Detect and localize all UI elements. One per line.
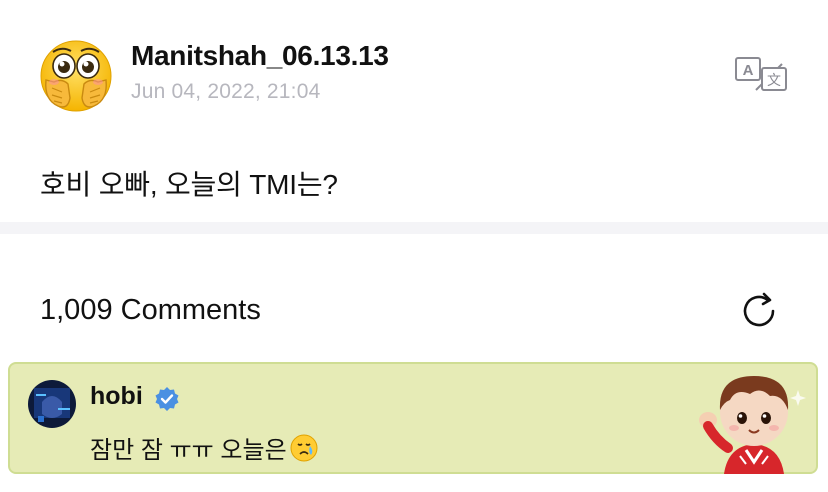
svg-text:文: 文 [767, 73, 781, 89]
comments-count: 1,009 Comments [40, 294, 261, 326]
comment-text: 잠만 잠 ㅠㅠ 오늘은 [90, 430, 319, 465]
post-date: Jun 04, 2022, 21:04 [131, 80, 321, 103]
post-body: 호비 오빠, 오늘의 TMI는? [40, 169, 338, 200]
refresh-icon [743, 292, 775, 327]
translate-button[interactable]: A 文 [734, 54, 788, 94]
hand-over-mouth-emoji-icon [40, 40, 112, 112]
post-author-name[interactable]: Manitshah_06.13.13 [131, 40, 389, 72]
svg-text:A: A [743, 62, 754, 79]
commenter-avatar-photo [28, 380, 76, 428]
featured-comment[interactable]: hobi 잠만 잠 ㅠㅠ 오늘은 [8, 362, 818, 474]
character-sticker [694, 370, 814, 474]
translate-icon: A 文 [735, 57, 787, 91]
commenter-name[interactable]: hobi [90, 382, 143, 411]
verified-badge-icon [154, 386, 180, 412]
crying-face-icon [289, 433, 319, 463]
author-avatar[interactable] [40, 40, 112, 112]
refresh-button[interactable] [740, 291, 780, 331]
comment-body: 잠만 잠 ㅠㅠ 오늘은 [90, 437, 287, 464]
commenter-avatar[interactable] [28, 380, 76, 428]
chibi-character-icon [699, 376, 806, 474]
post-header: Manitshah_06.13.13 Jun 04, 2022, 21:04 A… [40, 38, 800, 114]
section-divider [0, 222, 828, 234]
